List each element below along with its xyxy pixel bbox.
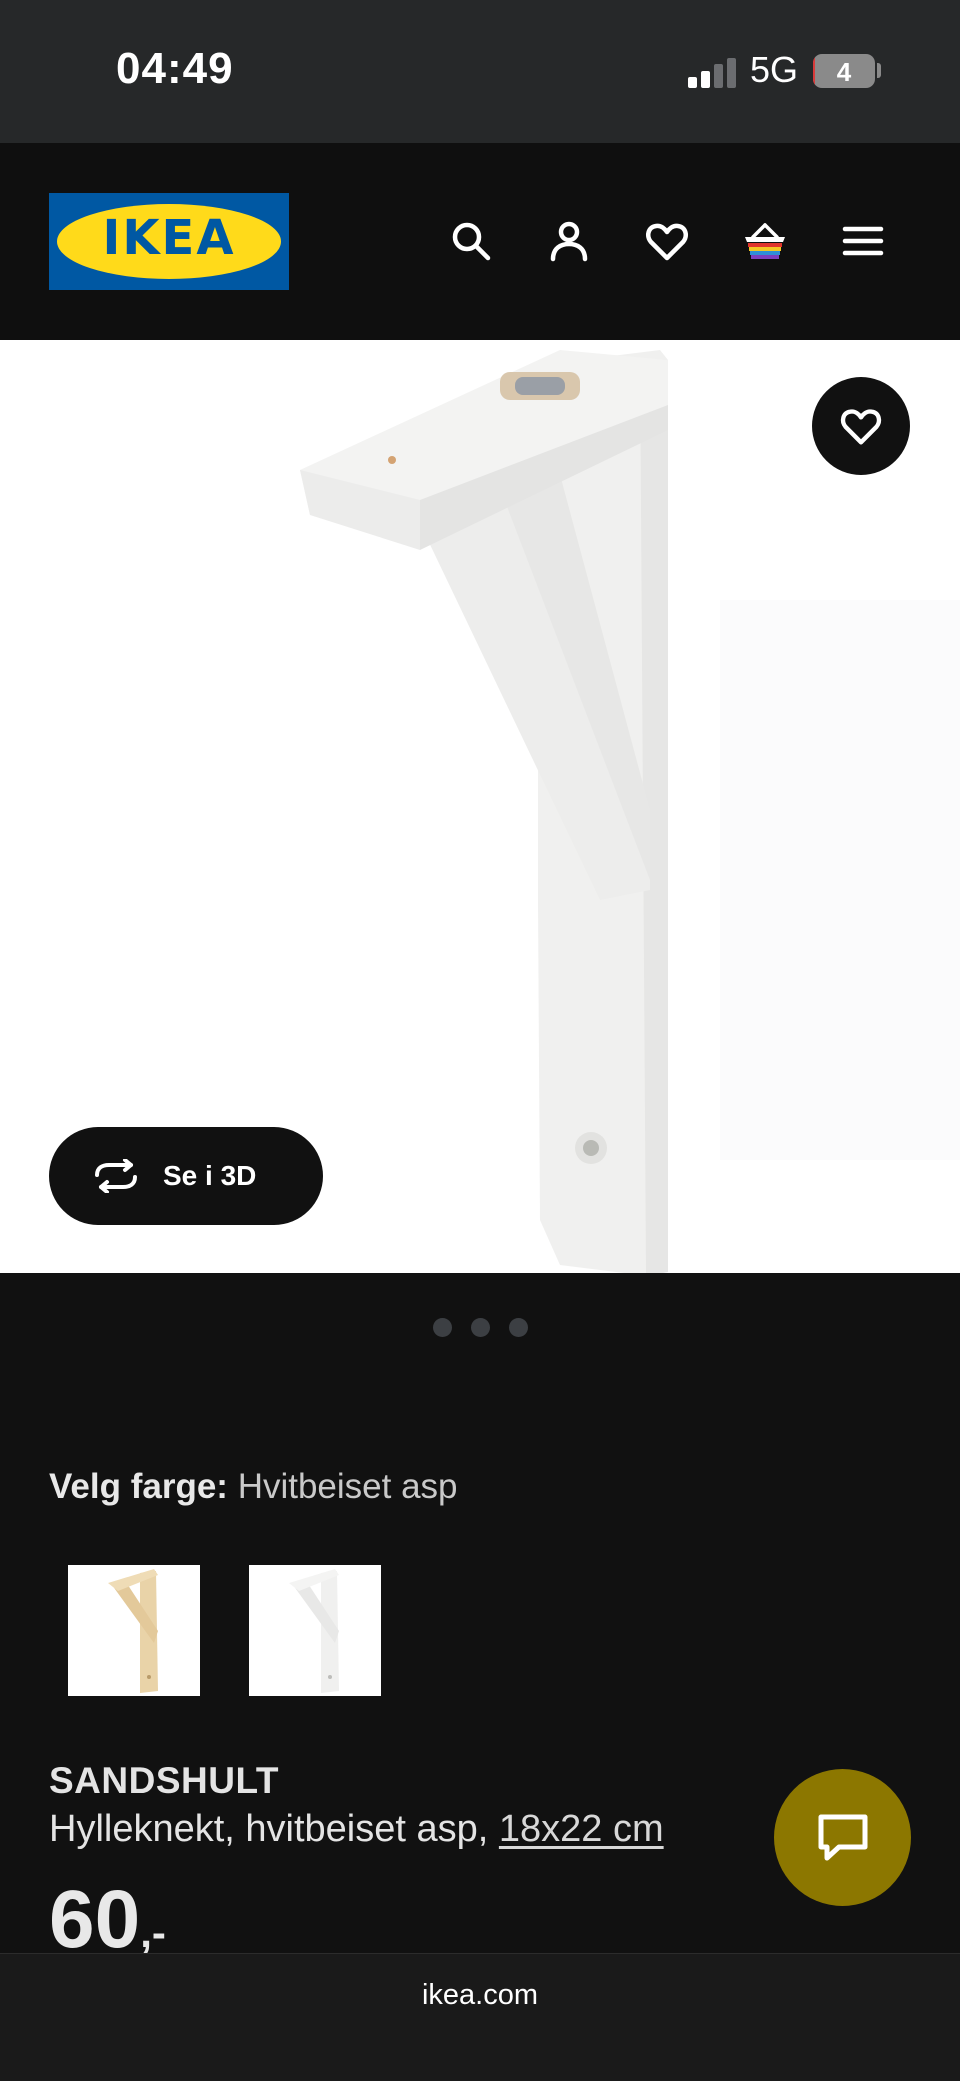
- carousel-dot[interactable]: [432, 1318, 452, 1337]
- product-description: Hylleknekt, hvitbeiset asp, 18x22 cm: [49, 1808, 664, 1851]
- product-image-carousel[interactable]: Se i 3D: [0, 340, 960, 1273]
- status-bar: 04:49 5G 4: [0, 0, 960, 143]
- url-text: ikea.com: [421, 1979, 539, 2011]
- logo-text: IKEA: [102, 210, 236, 266]
- view-3d-button[interactable]: Se i 3D: [49, 1127, 323, 1225]
- price-suffix: ,-: [140, 1909, 166, 1956]
- color-value: Hvitbeiset asp: [237, 1467, 458, 1506]
- carousel-indicator: [0, 1318, 960, 1337]
- carousel-dot[interactable]: [470, 1318, 490, 1337]
- rotate-3d-icon: [95, 1159, 137, 1193]
- color-selection: Velg farge: Hvitbeiset asp: [49, 1467, 458, 1507]
- network-type: 5G: [750, 49, 799, 90]
- profile-icon[interactable]: [541, 213, 597, 269]
- add-to-favourites-button[interactable]: [812, 377, 910, 475]
- site-header: IKEA: [0, 143, 960, 340]
- page: 04:49 5G 4 IKEA Se i 3D Velg farge: Hvit…: [0, 0, 960, 2081]
- carousel-dot[interactable]: [508, 1318, 528, 1337]
- product-name: SANDSHULT: [49, 1760, 279, 1801]
- search-icon[interactable]: [443, 213, 499, 269]
- status-time: 04:49: [116, 44, 234, 93]
- heart-icon: [840, 409, 882, 445]
- color-label: Velg farge:: [49, 1467, 228, 1506]
- chat-button[interactable]: [774, 1769, 911, 1906]
- browser-address-bar[interactable]: ikea.com: [0, 1953, 960, 2081]
- price-value: 60: [49, 1874, 141, 1965]
- chat-bubble-icon: [818, 1814, 867, 1860]
- product-description-text: Hylleknekt, hvitbeiset asp,: [49, 1808, 499, 1850]
- battery-level: 4: [836, 57, 852, 87]
- menu-icon[interactable]: [835, 213, 891, 269]
- battery-icon: 4: [813, 54, 875, 88]
- view-3d-label: Se i 3D: [163, 1160, 257, 1191]
- signal-icon: [688, 58, 736, 88]
- product-size-link[interactable]: 18x22 cm: [499, 1808, 664, 1850]
- ikea-logo[interactable]: IKEA: [49, 193, 289, 290]
- battery-nub: [877, 63, 881, 78]
- natural-aspen-swatch[interactable]: [68, 1565, 200, 1696]
- basket-icon[interactable]: [737, 213, 793, 269]
- white-stained-aspen-swatch[interactable]: [249, 1565, 381, 1696]
- heart-icon[interactable]: [639, 213, 695, 269]
